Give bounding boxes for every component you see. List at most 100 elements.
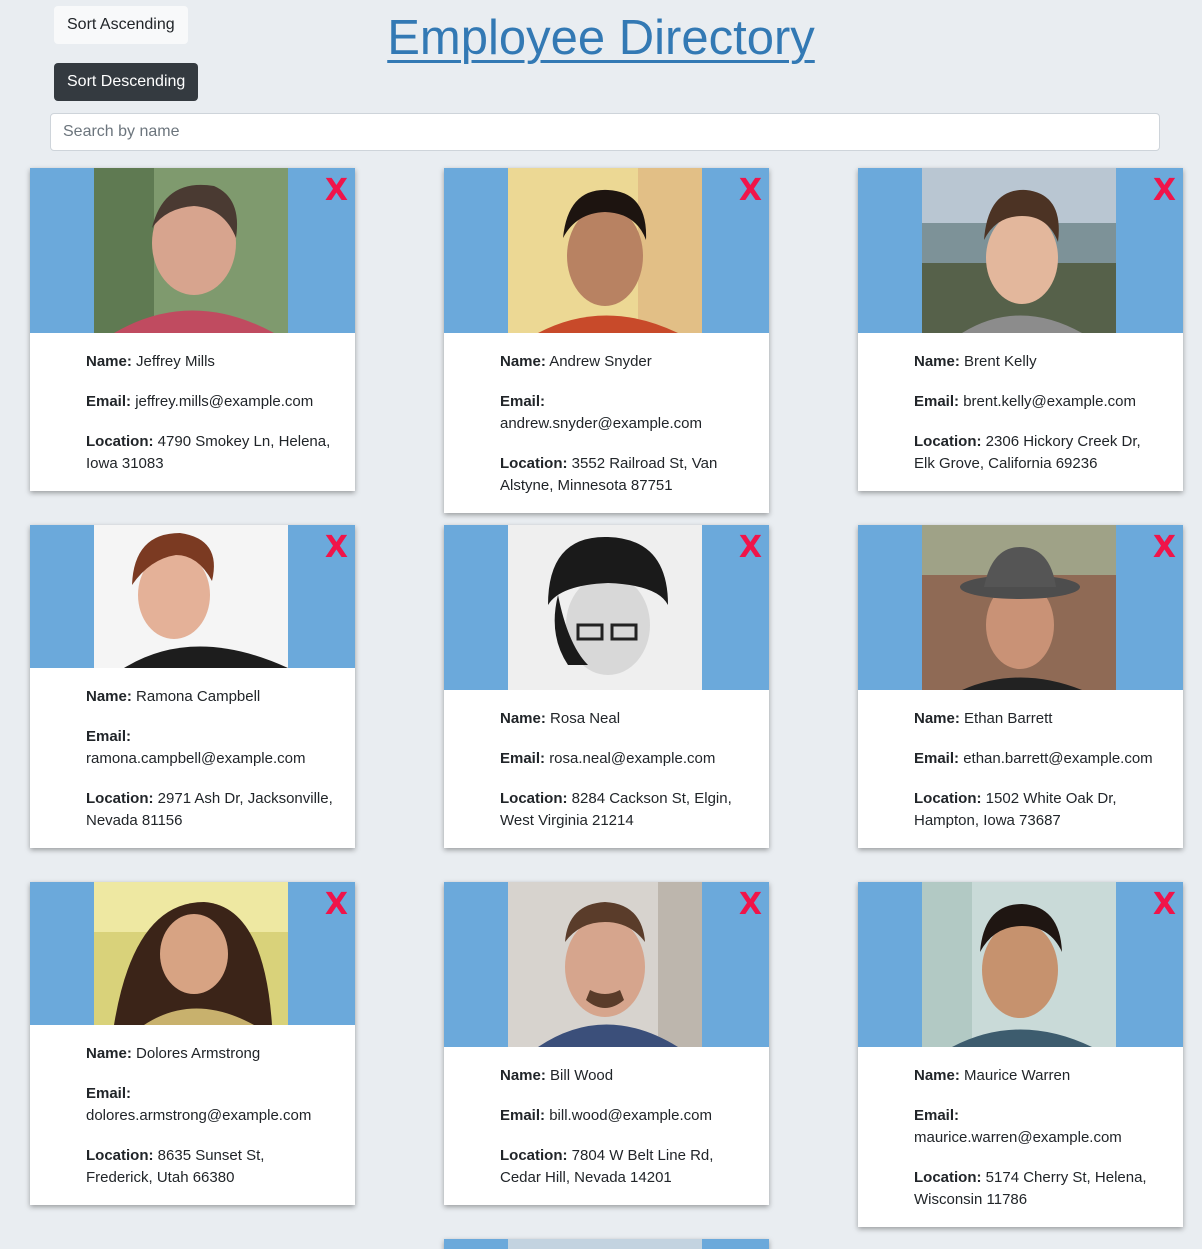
- employee-name: Name: Ramona Campbell: [86, 686, 335, 708]
- employee-card: X Name: Brent Kelly Email: brent.kelly@e…: [858, 168, 1183, 491]
- employee-photo: [508, 525, 702, 690]
- delete-button[interactable]: X: [1153, 888, 1176, 922]
- name-value: Ramona Campbell: [136, 688, 261, 705]
- employee-name: Name: Maurice Warren: [914, 1065, 1163, 1087]
- employee-card: X Name: Bill Wood Email: bill.wood@examp…: [444, 882, 769, 1205]
- delete-button[interactable]: X: [1153, 174, 1176, 208]
- employee-photo: [94, 168, 288, 333]
- name-label: Name:: [86, 688, 132, 705]
- email-value: dolores.armstrong@example.com: [86, 1107, 312, 1124]
- email-value: ethan.barrett@example.com: [963, 750, 1153, 767]
- name-label: Name:: [914, 710, 960, 727]
- email-value: jeffrey.mills@example.com: [135, 393, 314, 410]
- name-value: Andrew Snyder: [549, 353, 652, 370]
- employee-email: Email: dolores.armstrong@example.com: [86, 1083, 335, 1127]
- name-value: Brent Kelly: [964, 353, 1037, 370]
- employee-name: Name: Andrew Snyder: [500, 351, 749, 373]
- employee-email: Email: ethan.barrett@example.com: [914, 748, 1163, 770]
- location-label: Location:: [500, 790, 568, 807]
- location-label: Location:: [86, 790, 154, 807]
- delete-button[interactable]: X: [739, 531, 762, 565]
- delete-button[interactable]: X: [325, 888, 348, 922]
- location-label: Location:: [914, 790, 982, 807]
- employee-name: Name: Jeffrey Mills: [86, 351, 335, 373]
- employee-location: Location: 4790 Smokey Ln, Helena, Iowa 3…: [86, 431, 335, 475]
- employee-location: Location: 5174 Cherry St, Helena, Wiscon…: [914, 1167, 1163, 1211]
- employee-email: Email: bill.wood@example.com: [500, 1105, 749, 1127]
- employee-email: Email: ramona.campbell@example.com: [86, 726, 335, 770]
- employee-photo: [94, 882, 288, 1025]
- employee-location: Location: 8284 Cackson St, Elgin, West V…: [500, 788, 749, 832]
- email-value: andrew.snyder@example.com: [500, 415, 702, 432]
- email-label: Email:: [500, 1107, 546, 1124]
- name-label: Name:: [500, 710, 546, 727]
- employee-name: Name: Dolores Armstrong: [86, 1043, 335, 1065]
- name-label: Name:: [914, 353, 960, 370]
- employee-card-partial: [444, 1239, 769, 1249]
- email-label: Email:: [914, 1107, 960, 1124]
- employee-photo: [508, 882, 702, 1047]
- delete-button[interactable]: X: [325, 531, 348, 565]
- location-label: Location:: [500, 455, 568, 472]
- employee-location: Location: 1502 White Oak Dr, Hampton, Io…: [914, 788, 1163, 832]
- employee-card: X Name: Ramona Campbell Email: ramona.ca…: [30, 525, 355, 848]
- employee-card: X Name: Andrew Snyder Email: andrew.snyd…: [444, 168, 769, 513]
- name-label: Name:: [86, 353, 132, 370]
- employee-location: Location: 3552 Railroad St, Van Alstyne,…: [500, 453, 749, 497]
- page-title: Employee Directory: [387, 11, 815, 65]
- name-value: Ethan Barrett: [964, 710, 1053, 727]
- delete-button[interactable]: X: [1153, 531, 1176, 565]
- delete-button[interactable]: X: [739, 174, 762, 208]
- employee-email: Email: maurice.warren@example.com: [914, 1105, 1163, 1149]
- email-label: Email:: [500, 393, 546, 410]
- employee-location: Location: 7804 W Belt Line Rd, Cedar Hil…: [500, 1145, 749, 1189]
- delete-button[interactable]: X: [739, 888, 762, 922]
- employee-email: Email: brent.kelly@example.com: [914, 391, 1163, 413]
- employee-name: Name: Rosa Neal: [500, 708, 749, 730]
- search-input[interactable]: [50, 113, 1160, 151]
- employee-card: X Name: Ethan Barrett Email: ethan.barre…: [858, 525, 1183, 848]
- email-label: Email:: [914, 750, 960, 767]
- name-value: Dolores Armstrong: [136, 1045, 261, 1062]
- employee-email: Email: andrew.snyder@example.com: [500, 391, 749, 435]
- location-label: Location:: [914, 433, 982, 450]
- email-value: rosa.neal@example.com: [549, 750, 716, 767]
- location-label: Location:: [86, 1147, 154, 1164]
- employee-name: Name: Ethan Barrett: [914, 708, 1163, 730]
- name-value: Maurice Warren: [964, 1067, 1071, 1084]
- employee-photo: [922, 525, 1116, 690]
- employee-card: X Name: Dolores Armstrong Email: dolores…: [30, 882, 355, 1205]
- location-label: Location:: [86, 433, 154, 450]
- delete-button[interactable]: X: [325, 174, 348, 208]
- email-value: ramona.campbell@example.com: [86, 750, 306, 767]
- email-label: Email:: [914, 393, 960, 410]
- employee-name: Name: Bill Wood: [500, 1065, 749, 1087]
- name-label: Name:: [500, 1067, 546, 1084]
- employee-photo: [508, 1239, 702, 1249]
- email-value: bill.wood@example.com: [549, 1107, 712, 1124]
- employee-email: Email: rosa.neal@example.com: [500, 748, 749, 770]
- employee-location: Location: 2971 Ash Dr, Jacksonville, Nev…: [86, 788, 335, 832]
- employee-location: Location: 8635 Sunset St, Frederick, Uta…: [86, 1145, 335, 1189]
- email-label: Email:: [500, 750, 546, 767]
- name-value: Rosa Neal: [550, 710, 621, 727]
- name-label: Name:: [914, 1067, 960, 1084]
- location-label: Location:: [500, 1147, 568, 1164]
- employee-photo: [922, 882, 1116, 1047]
- name-label: Name:: [86, 1045, 132, 1062]
- employee-card: X Name: Maurice Warren Email: maurice.wa…: [858, 882, 1183, 1227]
- email-value: brent.kelly@example.com: [963, 393, 1136, 410]
- employee-photo: [922, 168, 1116, 333]
- employee-card: X Name: Rosa Neal Email: rosa.neal@examp…: [444, 525, 769, 848]
- name-value: Jeffrey Mills: [136, 353, 215, 370]
- sort-descending-button[interactable]: Sort Descending: [54, 63, 199, 101]
- employee-card: X Name: Jeffrey Mills Email: jeffrey.mil…: [30, 168, 355, 491]
- name-label: Name:: [500, 353, 546, 370]
- email-value: maurice.warren@example.com: [914, 1129, 1122, 1146]
- location-label: Location:: [914, 1169, 982, 1186]
- email-label: Email:: [86, 1085, 132, 1102]
- employee-location: Location: 2306 Hickory Creek Dr, Elk Gro…: [914, 431, 1163, 475]
- name-value: Bill Wood: [550, 1067, 614, 1084]
- email-label: Email:: [86, 393, 132, 410]
- email-label: Email:: [86, 728, 132, 745]
